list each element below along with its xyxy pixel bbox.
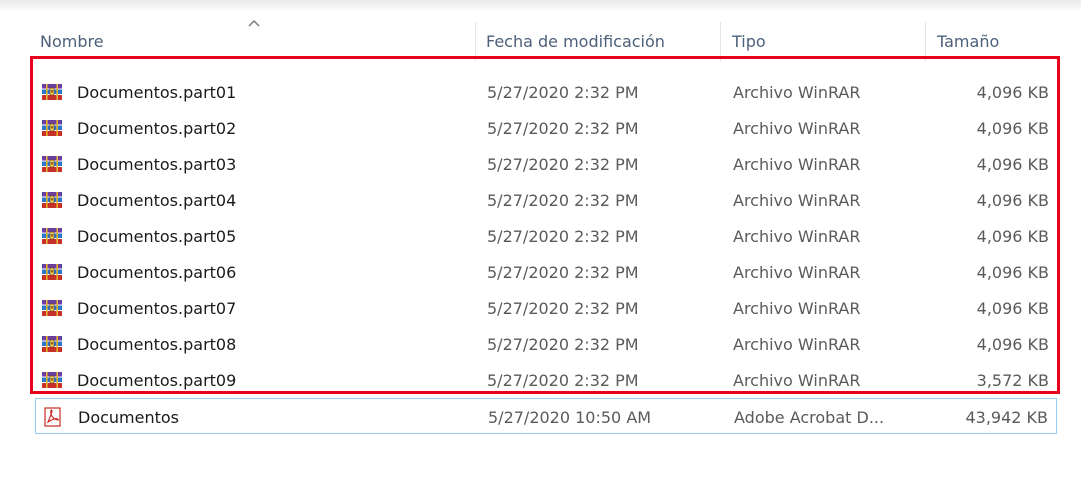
file-date: 5/27/2020 2:32 PM [487, 335, 639, 354]
file-size: 4,096 KB [976, 191, 1049, 210]
file-date: 5/27/2020 2:32 PM [487, 155, 639, 174]
file-date: 5/27/2020 2:32 PM [487, 371, 639, 390]
file-name: Documentos.part09 [77, 371, 237, 390]
file-row[interactable]: Documentos.part03 5/27/2020 2:32 PM Arch… [35, 146, 1057, 182]
file-size: 3,572 KB [976, 371, 1049, 390]
file-type: Archivo WinRAR [733, 155, 861, 174]
column-header-date-label: Fecha de modificación [486, 32, 665, 51]
file-row-focused[interactable]: Documentos 5/27/2020 10:50 AM Adobe Acro… [35, 398, 1057, 434]
file-size: 4,096 KB [976, 155, 1049, 174]
file-row[interactable]: Documentos.part02 5/27/2020 2:32 PM Arch… [35, 110, 1057, 146]
file-name: Documentos.part08 [77, 335, 237, 354]
column-header-name-label: Nombre [40, 32, 104, 51]
toolbar-shadow [0, 0, 1081, 12]
file-name: Documentos [78, 408, 180, 427]
file-size: 4,096 KB [976, 119, 1049, 138]
file-row[interactable]: Documentos.part04 5/27/2020 2:32 PM Arch… [35, 182, 1057, 218]
file-name: Documentos.part05 [77, 227, 237, 246]
file-name: Documentos.part01 [77, 83, 237, 102]
file-row[interactable]: Documentos.part01 5/27/2020 2:32 PM Arch… [35, 74, 1057, 110]
file-size: 4,096 KB [976, 83, 1049, 102]
column-header-size-label: Tamaño [937, 32, 1000, 51]
column-header-type-label: Tipo [732, 32, 766, 51]
file-date: 5/27/2020 2:32 PM [487, 299, 639, 318]
file-name: Documentos.part04 [77, 191, 237, 210]
file-name: Documentos.part06 [77, 263, 237, 282]
file-row[interactable]: Documentos.part05 5/27/2020 2:32 PM Arch… [35, 218, 1057, 254]
file-row[interactable]: Documentos.part06 5/27/2020 2:32 PM Arch… [35, 254, 1057, 290]
file-type: Archivo WinRAR [733, 263, 861, 282]
file-date: 5/27/2020 2:32 PM [487, 263, 639, 282]
column-header-bar: Nombre Fecha de modificación Tipo Tamaño [0, 12, 1081, 62]
file-size: 4,096 KB [976, 299, 1049, 318]
winrar-archive-icon [41, 119, 63, 137]
winrar-archive-icon [41, 191, 63, 209]
file-type: Archivo WinRAR [733, 299, 861, 318]
file-type: Archivo WinRAR [733, 191, 861, 210]
winrar-archive-icon [41, 335, 63, 353]
file-date: 5/27/2020 2:32 PM [487, 83, 639, 102]
file-row[interactable]: Documentos.part09 5/27/2020 2:32 PM Arch… [35, 362, 1057, 398]
file-row[interactable]: Documentos.part08 5/27/2020 2:32 PM Arch… [35, 326, 1057, 362]
file-date: 5/27/2020 2:32 PM [487, 191, 639, 210]
file-type: Archivo WinRAR [733, 119, 861, 138]
file-type: Archivo WinRAR [733, 371, 861, 390]
file-type: Archivo WinRAR [733, 335, 861, 354]
winrar-archive-icon [41, 371, 63, 389]
file-row[interactable]: Documentos.part07 5/27/2020 2:32 PM Arch… [35, 290, 1057, 326]
file-name: Documentos.part02 [77, 119, 237, 138]
file-date: 5/27/2020 2:32 PM [487, 119, 639, 138]
file-type: Archivo WinRAR [733, 83, 861, 102]
winrar-archive-icon [41, 263, 63, 281]
column-header-date[interactable]: Fecha de modificación [476, 12, 720, 57]
file-size: 43,942 KB [965, 408, 1048, 427]
file-name: Documentos.part03 [77, 155, 237, 174]
file-date: 5/27/2020 2:32 PM [487, 227, 639, 246]
winrar-archive-icon [41, 155, 63, 173]
file-size: 4,096 KB [976, 227, 1049, 246]
file-date: 5/27/2020 10:50 AM [488, 408, 652, 427]
file-size: 4,096 KB [976, 335, 1049, 354]
file-type: Adobe Acrobat D... [734, 408, 885, 427]
winrar-archive-icon [41, 83, 63, 101]
winrar-archive-icon [41, 227, 63, 245]
column-header-name[interactable]: Nombre [35, 12, 475, 57]
pdf-file-icon [44, 407, 61, 427]
file-name: Documentos.part07 [77, 299, 237, 318]
winrar-archive-icon [41, 299, 63, 317]
file-type: Archivo WinRAR [733, 227, 861, 246]
column-header-type[interactable]: Tipo [721, 12, 925, 57]
column-header-size[interactable]: Tamaño [926, 12, 1056, 57]
file-size: 4,096 KB [976, 263, 1049, 282]
